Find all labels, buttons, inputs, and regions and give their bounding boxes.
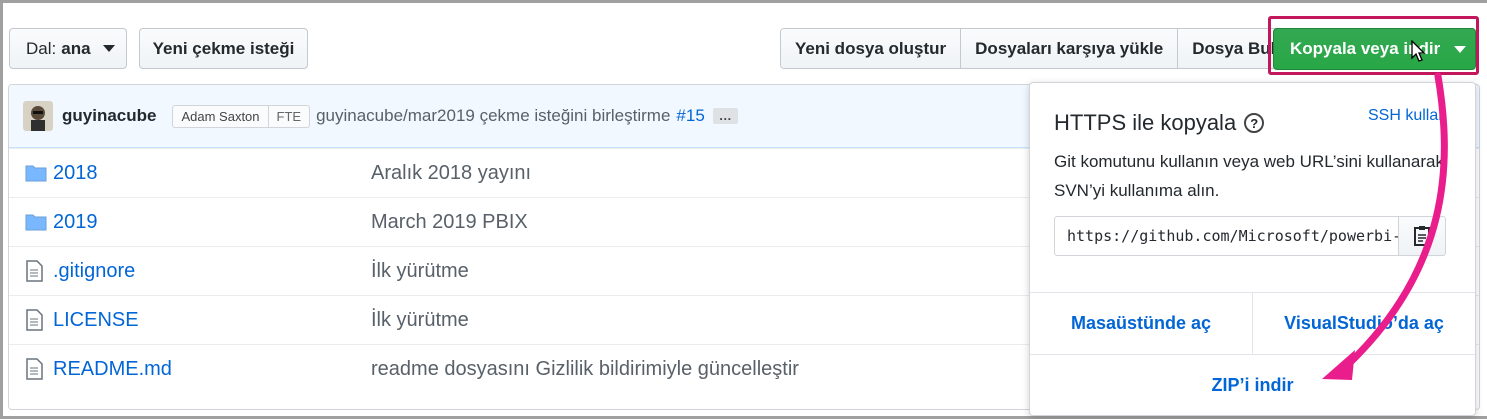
annotation-arrow <box>1322 72 1448 380</box>
